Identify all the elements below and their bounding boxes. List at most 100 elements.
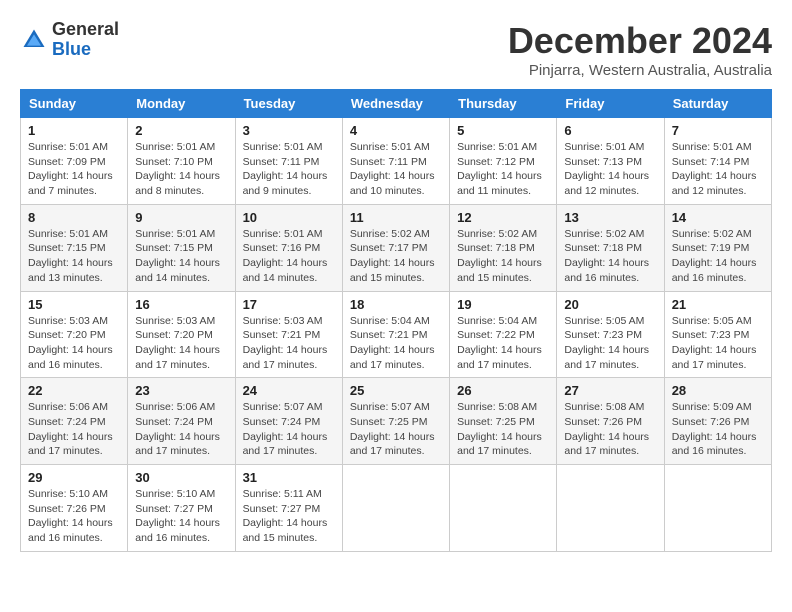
day-number: 27 xyxy=(564,383,656,398)
day-info: Sunrise: 5:10 AM Sunset: 7:27 PM Dayligh… xyxy=(135,487,227,546)
day-info: Sunrise: 5:01 AM Sunset: 7:11 PM Dayligh… xyxy=(350,140,442,199)
column-header-thursday: Thursday xyxy=(450,90,557,118)
calendar-cell: 13Sunrise: 5:02 AM Sunset: 7:18 PM Dayli… xyxy=(557,204,664,291)
calendar-cell: 28Sunrise: 5:09 AM Sunset: 7:26 PM Dayli… xyxy=(664,378,771,465)
calendar-cell: 12 Sunrise: 5:02 AM Sunset: 7:18 PM Dayli… xyxy=(450,204,557,291)
page-header: General Blue December 2024 Pinjarra, Wes… xyxy=(20,20,772,79)
column-header-wednesday: Wednesday xyxy=(342,90,449,118)
column-header-saturday: Saturday xyxy=(664,90,771,118)
day-info: Sunrise: 5:02 AM Sunset: 7:19 PM Dayligh… xyxy=(672,227,764,286)
logo-general: General xyxy=(52,19,119,39)
calendar-cell: 31Sunrise: 5:11 AM Sunset: 7:27 PM Dayli… xyxy=(235,465,342,552)
calendar-cell: 30 Sunrise: 5:10 AM Sunset: 7:27 PM Dayli… xyxy=(128,465,235,552)
day-number: 24 xyxy=(243,383,335,398)
calendar-cell: 26Sunrise: 5:08 AM Sunset: 7:25 PM Dayli… xyxy=(450,378,557,465)
day-number: 26 xyxy=(457,383,549,398)
day-info: Sunrise: 5:01 AM Sunset: 7:09 PM Dayligh… xyxy=(28,140,120,199)
calendar-cell: 17Sunrise: 5:03 AM Sunset: 7:21 PM Dayli… xyxy=(235,291,342,378)
calendar-cell: 20 Sunrise: 5:05 AM Sunset: 7:23 PM Dayli… xyxy=(557,291,664,378)
day-info: Sunrise: 5:01 AM Sunset: 7:16 PM Dayligh… xyxy=(243,227,335,286)
day-info: Sunrise: 5:07 AM Sunset: 7:24 PM Dayligh… xyxy=(243,400,335,459)
day-info: Sunrise: 5:04 AM Sunset: 7:22 PM Dayligh… xyxy=(457,314,549,373)
day-info: Sunrise: 5:05 AM Sunset: 7:23 PM Dayligh… xyxy=(672,314,764,373)
calendar-cell: 19Sunrise: 5:04 AM Sunset: 7:22 PM Dayli… xyxy=(450,291,557,378)
logo: General Blue xyxy=(20,20,119,60)
column-header-sunday: Sunday xyxy=(21,90,128,118)
day-number: 25 xyxy=(350,383,442,398)
day-info: Sunrise: 5:07 AM Sunset: 7:25 PM Dayligh… xyxy=(350,400,442,459)
day-info: Sunrise: 5:01 AM Sunset: 7:14 PM Dayligh… xyxy=(672,140,764,199)
day-info: Sunrise: 5:03 AM Sunset: 7:20 PM Dayligh… xyxy=(135,314,227,373)
calendar-cell: 1 Sunrise: 5:01 AM Sunset: 7:09 PM Daylig… xyxy=(21,118,128,205)
day-number: 3 xyxy=(243,123,335,138)
calendar-cell xyxy=(342,465,449,552)
day-number: 1 xyxy=(28,123,120,138)
day-info: Sunrise: 5:01 AM Sunset: 7:12 PM Dayligh… xyxy=(457,140,549,199)
calendar-cell xyxy=(450,465,557,552)
day-number: 4 xyxy=(350,123,442,138)
column-header-tuesday: Tuesday xyxy=(235,90,342,118)
logo-blue: Blue xyxy=(52,39,91,59)
day-info: Sunrise: 5:09 AM Sunset: 7:26 PM Dayligh… xyxy=(672,400,764,459)
title-block: December 2024 Pinjarra, Western Australi… xyxy=(508,20,772,79)
day-number: 30 xyxy=(135,470,227,485)
day-info: Sunrise: 5:01 AM Sunset: 7:11 PM Dayligh… xyxy=(243,140,335,199)
day-number: 20 xyxy=(564,297,656,312)
day-info: Sunrise: 5:11 AM Sunset: 7:27 PM Dayligh… xyxy=(243,487,335,546)
calendar-cell: 22Sunrise: 5:06 AM Sunset: 7:24 PM Dayli… xyxy=(21,378,128,465)
calendar-cell: 6Sunrise: 5:01 AM Sunset: 7:13 PM Daylig… xyxy=(557,118,664,205)
calendar-cell: 11 Sunrise: 5:02 AM Sunset: 7:17 PM Dayli… xyxy=(342,204,449,291)
day-number: 29 xyxy=(28,470,120,485)
calendar-week-row: 1 Sunrise: 5:01 AM Sunset: 7:09 PM Daylig… xyxy=(21,118,772,205)
day-number: 6 xyxy=(564,123,656,138)
day-number: 11 xyxy=(350,210,442,225)
location-subtitle: Pinjarra, Western Australia, Australia xyxy=(508,62,772,79)
logo-text: General Blue xyxy=(52,20,119,60)
day-info: Sunrise: 5:01 AM Sunset: 7:10 PM Dayligh… xyxy=(135,140,227,199)
day-number: 21 xyxy=(672,297,764,312)
day-info: Sunrise: 5:02 AM Sunset: 7:18 PM Dayligh… xyxy=(457,227,549,286)
calendar-week-row: 22Sunrise: 5:06 AM Sunset: 7:24 PM Dayli… xyxy=(21,378,772,465)
day-number: 18 xyxy=(350,297,442,312)
calendar-cell: 24 Sunrise: 5:07 AM Sunset: 7:24 PM Dayli… xyxy=(235,378,342,465)
calendar-cell: 25 Sunrise: 5:07 AM Sunset: 7:25 PM Dayli… xyxy=(342,378,449,465)
logo-icon xyxy=(20,26,48,54)
calendar-cell: 23 Sunrise: 5:06 AM Sunset: 7:24 PM Dayli… xyxy=(128,378,235,465)
calendar-cell: 5 Sunrise: 5:01 AM Sunset: 7:12 PM Daylig… xyxy=(450,118,557,205)
day-info: Sunrise: 5:06 AM Sunset: 7:24 PM Dayligh… xyxy=(135,400,227,459)
day-number: 9 xyxy=(135,210,227,225)
calendar-cell: 8Sunrise: 5:01 AM Sunset: 7:15 PM Daylig… xyxy=(21,204,128,291)
calendar-cell: 29 Sunrise: 5:10 AM Sunset: 7:26 PM Dayli… xyxy=(21,465,128,552)
day-number: 12 xyxy=(457,210,549,225)
calendar-cell: 27 Sunrise: 5:08 AM Sunset: 7:26 PM Dayli… xyxy=(557,378,664,465)
calendar-week-row: 15 Sunrise: 5:03 AM Sunset: 7:20 PM Dayli… xyxy=(21,291,772,378)
day-info: Sunrise: 5:05 AM Sunset: 7:23 PM Dayligh… xyxy=(564,314,656,373)
day-info: Sunrise: 5:01 AM Sunset: 7:15 PM Dayligh… xyxy=(28,227,120,286)
day-number: 7 xyxy=(672,123,764,138)
column-header-monday: Monday xyxy=(128,90,235,118)
calendar-cell: 21 Sunrise: 5:05 AM Sunset: 7:23 PM Dayli… xyxy=(664,291,771,378)
calendar-cell: 4 Sunrise: 5:01 AM Sunset: 7:11 PM Daylig… xyxy=(342,118,449,205)
calendar-cell: 9 Sunrise: 5:01 AM Sunset: 7:15 PM Daylig… xyxy=(128,204,235,291)
day-number: 23 xyxy=(135,383,227,398)
calendar-cell: 2 Sunrise: 5:01 AM Sunset: 7:10 PM Daylig… xyxy=(128,118,235,205)
day-info: Sunrise: 5:03 AM Sunset: 7:20 PM Dayligh… xyxy=(28,314,120,373)
calendar-cell: 14Sunrise: 5:02 AM Sunset: 7:19 PM Dayli… xyxy=(664,204,771,291)
calendar-header-row: SundayMondayTuesdayWednesdayThursdayFrid… xyxy=(21,90,772,118)
month-title: December 2024 xyxy=(508,20,772,62)
day-info: Sunrise: 5:02 AM Sunset: 7:17 PM Dayligh… xyxy=(350,227,442,286)
calendar-week-row: 29 Sunrise: 5:10 AM Sunset: 7:26 PM Dayli… xyxy=(21,465,772,552)
calendar-cell: 16Sunrise: 5:03 AM Sunset: 7:20 PM Dayli… xyxy=(128,291,235,378)
day-number: 2 xyxy=(135,123,227,138)
calendar-cell: 15 Sunrise: 5:03 AM Sunset: 7:20 PM Dayli… xyxy=(21,291,128,378)
calendar-cell xyxy=(557,465,664,552)
calendar-cell: 3 Sunrise: 5:01 AM Sunset: 7:11 PM Daylig… xyxy=(235,118,342,205)
column-header-friday: Friday xyxy=(557,90,664,118)
day-number: 15 xyxy=(28,297,120,312)
day-info: Sunrise: 5:10 AM Sunset: 7:26 PM Dayligh… xyxy=(28,487,120,546)
day-info: Sunrise: 5:08 AM Sunset: 7:26 PM Dayligh… xyxy=(564,400,656,459)
day-info: Sunrise: 5:01 AM Sunset: 7:15 PM Dayligh… xyxy=(135,227,227,286)
day-number: 5 xyxy=(457,123,549,138)
calendar-cell: 10Sunrise: 5:01 AM Sunset: 7:16 PM Dayli… xyxy=(235,204,342,291)
day-number: 13 xyxy=(564,210,656,225)
